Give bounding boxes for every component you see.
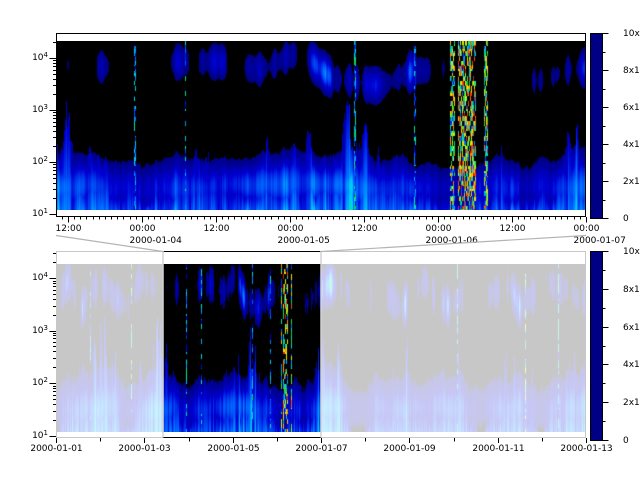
context-x-major-ticks bbox=[57, 438, 587, 443]
axes-overlay bbox=[0, 0, 640, 480]
detail-frame bbox=[57, 34, 586, 217]
detail-x-minor-ticks bbox=[63, 217, 587, 220]
selection-connector-left bbox=[56, 236, 163, 252]
context-colorbar bbox=[591, 252, 603, 441]
dimmed-region-right bbox=[321, 251, 587, 438]
dimmed-region-left bbox=[56, 251, 163, 438]
detail-colorbar bbox=[591, 34, 603, 219]
context-y-major-ticks bbox=[50, 279, 57, 437]
plot-figure: 12:0000:002000-01-0412:0000:002000-01-05… bbox=[0, 0, 640, 480]
detail-y-major-ticks bbox=[50, 59, 57, 215]
detail-y-minor-ticks bbox=[53, 43, 57, 199]
selection-connector-right bbox=[321, 236, 586, 252]
